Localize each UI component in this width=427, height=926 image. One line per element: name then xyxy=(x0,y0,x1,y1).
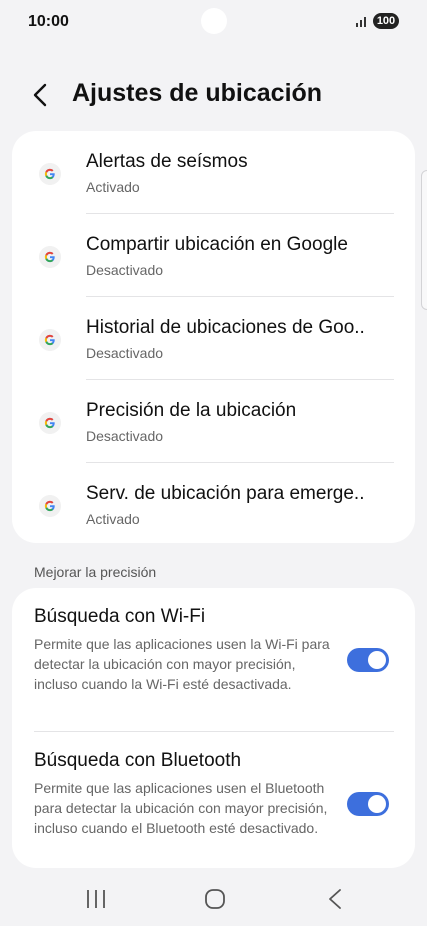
list-item-title: Búsqueda con Bluetooth xyxy=(34,750,242,771)
google-g-icon xyxy=(39,495,61,517)
navigation-bar xyxy=(0,870,427,926)
list-item-compartir-ubicacion[interactable]: Compartir ubicación en Google Desactivad… xyxy=(12,214,415,297)
list-item-status: Activado xyxy=(86,511,140,527)
status-bar: 10:00 100 xyxy=(0,0,427,44)
battery-badge: 100 xyxy=(373,13,399,29)
page-title: Ajustes de ubicación xyxy=(72,79,323,107)
list-item-historial-ubicaciones[interactable]: Historial de ubicaciones de Goo.. Desact… xyxy=(12,297,415,380)
back-icon xyxy=(329,889,341,909)
google-g-icon xyxy=(39,412,61,434)
section-header: Mejorar la precisión xyxy=(34,564,157,580)
scroll-indicator[interactable] xyxy=(421,170,427,310)
wifi-scanning-toggle[interactable] xyxy=(347,648,389,672)
back-button[interactable] xyxy=(28,80,56,110)
list-item-precision-ubicacion[interactable]: Precisión de la ubicación Desactivado xyxy=(12,380,415,463)
precision-card: Búsqueda con Wi-Fi Permite que las aplic… xyxy=(12,588,415,868)
toggle-knob xyxy=(368,795,386,813)
list-item-wifi-scanning[interactable]: Búsqueda con Wi-Fi Permite que las aplic… xyxy=(12,588,415,732)
recents-icon xyxy=(87,890,105,908)
list-item-title: Búsqueda con Wi-Fi xyxy=(34,606,206,627)
nav-back-button[interactable] xyxy=(315,884,355,914)
list-item-title: Compartir ubicación en Google xyxy=(86,234,348,255)
header: Ajustes de ubicación xyxy=(0,70,427,120)
home-icon xyxy=(205,889,225,909)
list-item-description: Permite que las aplicaciones usen el Blu… xyxy=(34,780,328,836)
chevron-left-icon xyxy=(33,83,47,107)
bluetooth-scanning-toggle[interactable] xyxy=(347,792,389,816)
toggle-knob xyxy=(368,651,386,669)
list-item-title: Serv. de ubicación para emerge.. xyxy=(86,483,365,504)
home-button[interactable] xyxy=(195,884,235,914)
google-services-card: Alertas de seísmos Activado Compartir ub… xyxy=(12,131,415,543)
list-item-serv-ubicacion-emergencia[interactable]: Serv. de ubicación para emerge.. Activad… xyxy=(12,463,415,546)
list-item-bluetooth-scanning[interactable]: Búsqueda con Bluetooth Permite que las a… xyxy=(12,732,415,868)
list-item-description: Permite que las aplicaciones usen la Wi-… xyxy=(34,636,330,692)
list-item-alertas-seismos[interactable]: Alertas de seísmos Activado xyxy=(12,131,415,214)
list-item-title: Alertas de seísmos xyxy=(86,151,248,172)
google-g-icon xyxy=(39,163,61,185)
list-item-status: Activado xyxy=(86,179,140,195)
status-time: 10:00 xyxy=(28,13,69,30)
list-item-status: Desactivado xyxy=(86,345,164,361)
camera-cutout xyxy=(201,8,227,34)
google-g-icon xyxy=(39,246,61,268)
signal-bars-icon xyxy=(356,17,366,27)
google-g-icon xyxy=(39,329,61,351)
list-item-status: Desactivado xyxy=(86,428,164,444)
recents-button[interactable] xyxy=(76,884,116,914)
list-item-title: Historial de ubicaciones de Goo.. xyxy=(86,317,365,338)
list-item-title: Precisión de la ubicación xyxy=(86,400,297,421)
list-item-status: Desactivado xyxy=(86,262,164,278)
